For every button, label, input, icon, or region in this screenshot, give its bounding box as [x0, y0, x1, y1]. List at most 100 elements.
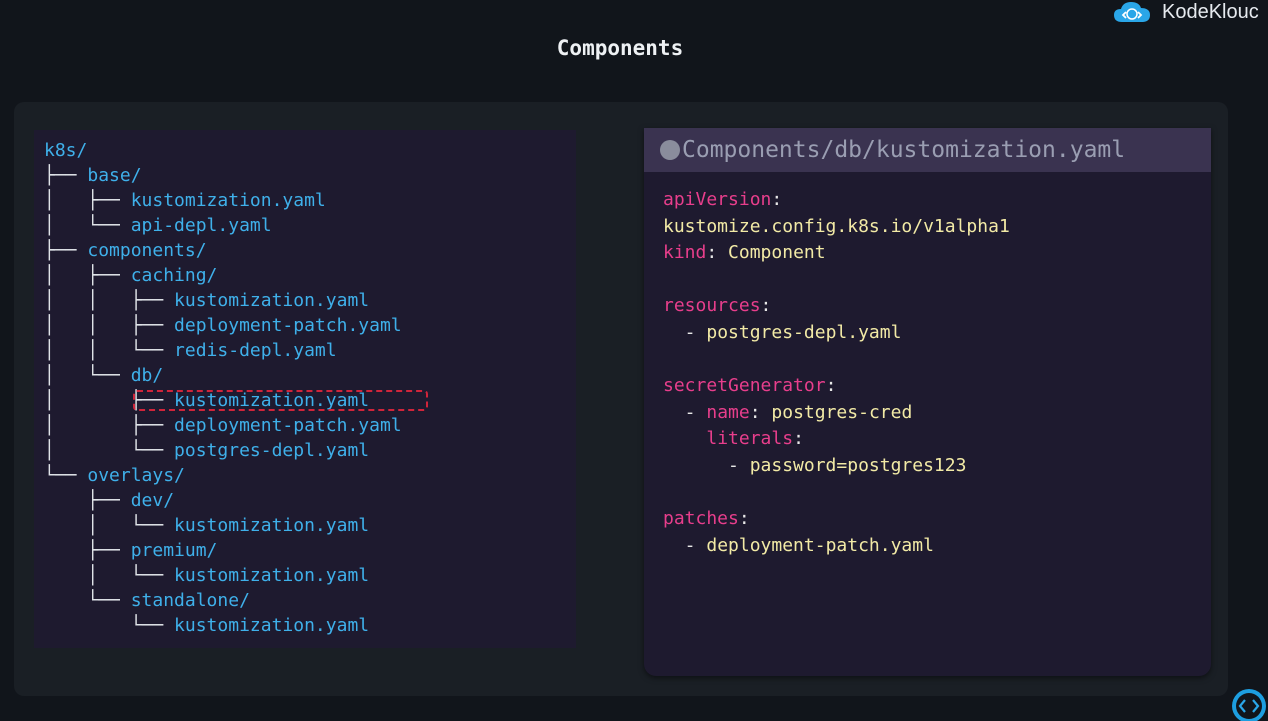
- code-line: literals:: [663, 426, 1010, 453]
- yaml-punct: -: [663, 321, 707, 343]
- tree-item-label: components/: [87, 240, 207, 261]
- tree-item: ├── components/: [44, 238, 402, 263]
- yaml-value: Component: [728, 242, 826, 264]
- code-line: patches:: [663, 506, 1010, 533]
- yaml-value: postgres-depl.yaml: [706, 321, 902, 343]
- tree-item-label: overlays/: [87, 465, 185, 486]
- code-line: kustomize.config.k8s.io/v1alpha1: [663, 214, 1010, 241]
- yaml-value: password=postgres123: [749, 454, 967, 476]
- tree-connector: └──: [44, 590, 131, 611]
- editor-header: Components/db/kustomization.yaml: [644, 128, 1211, 172]
- file-tree-panel: k8s/├── base/│ ├── kustomization.yaml │ └…: [34, 130, 576, 648]
- tree-item: │ ├── kustomization.yaml: [44, 188, 402, 213]
- tree-item: │ └── db/: [44, 363, 402, 388]
- yaml-punct: :: [760, 295, 772, 317]
- yaml-punct: -: [663, 534, 707, 556]
- tree-connector: │ └──: [44, 565, 175, 586]
- tree-item: ├── base/: [44, 163, 402, 188]
- tree-item-label: kustomization.yaml: [130, 190, 326, 211]
- tree-item-label: premium/: [130, 540, 218, 561]
- tree-item-label: k8s/: [44, 140, 88, 161]
- tree-item-label: deployment-patch.yaml: [174, 315, 402, 336]
- tree-connector: │ ├──: [44, 415, 175, 436]
- yaml-key: resources: [663, 295, 761, 317]
- tree-connector: │ └──: [44, 440, 175, 461]
- editor-filename: Components/db/kustomization.yaml: [682, 137, 1126, 163]
- yaml-key: secretGenerator: [663, 375, 826, 397]
- file-tree: k8s/├── base/│ ├── kustomization.yaml │ └…: [44, 138, 402, 638]
- tree-item: │ ├── caching/: [44, 263, 402, 288]
- tree-item: └── standalone/: [44, 588, 402, 613]
- slide: KodeKlouc Components k8s/├── base/│ ├── …: [0, 0, 1268, 721]
- tree-item-label: standalone/: [130, 590, 250, 611]
- yaml-punct: :: [793, 428, 804, 450]
- code-line: - deployment-patch.yaml: [663, 533, 1010, 560]
- tree-item-label: kustomization.yaml: [174, 565, 370, 586]
- tree-item-label: redis-depl.yaml: [174, 340, 337, 361]
- tree-connector: │ │ ├──: [44, 315, 175, 336]
- code-line: kind: Component: [663, 240, 1010, 267]
- yaml-punct: -: [663, 454, 750, 476]
- highlight-box: [133, 390, 428, 411]
- code-line: - name: postgres-cred: [663, 400, 1010, 427]
- yaml-punct: :: [825, 375, 837, 397]
- yaml-key: apiVersion: [663, 189, 772, 210]
- tree-connector: ├──: [44, 540, 131, 561]
- tree-connector: │ │ ├──: [44, 290, 175, 311]
- yaml-key: name: [706, 401, 750, 423]
- code-brackets-icon[interactable]: [1221, 688, 1267, 721]
- tree-item: │ └── api-depl.yaml: [44, 213, 402, 238]
- tree-item: ├── premium/: [44, 538, 402, 563]
- tree-item: └── overlays/: [44, 463, 402, 488]
- tree-item: └── kustomization.yaml: [44, 613, 402, 638]
- brand-name: KodeKlouc: [1162, 0, 1259, 23]
- code-editor-panel: Components/db/kustomization.yaml apiVers…: [644, 128, 1211, 676]
- code-line: resources:: [663, 293, 1010, 320]
- code-line: - postgres-depl.yaml: [663, 320, 1010, 347]
- tree-item-label: dev/: [130, 490, 175, 511]
- tree-connector: │ ├──: [44, 190, 131, 211]
- tree-item-label: caching/: [130, 265, 218, 286]
- tree-item-label: base/: [87, 165, 142, 186]
- code-line: - password=postgres123: [663, 453, 1010, 480]
- tree-connector: ├──: [44, 490, 131, 511]
- yaml-value: kustomize.config.k8s.io/v1alpha1: [663, 215, 1010, 237]
- code-line: apiVersion:: [663, 187, 1010, 214]
- tree-connector: │ └──: [44, 365, 131, 386]
- yaml-value: postgres-cred: [771, 401, 913, 423]
- tree-connector: └──: [44, 465, 88, 486]
- tree-item: │ └── kustomization.yaml: [44, 513, 402, 538]
- tree-item: │ │ └── redis-depl.yaml: [44, 338, 402, 363]
- tree-item-label: kustomization.yaml: [174, 290, 370, 311]
- yaml-key: patches: [663, 508, 739, 530]
- yaml-punct: [663, 428, 706, 449]
- yaml-punct: :: [771, 189, 783, 210]
- tree-item-label: deployment-patch.yaml: [174, 415, 402, 436]
- yaml-punct: :: [706, 242, 729, 264]
- code-block: apiVersion: kustomize.config.k8s.io/v1alp…: [663, 187, 1010, 559]
- tree-item: │ │ ├── deployment-patch.yaml: [44, 313, 402, 338]
- tree-item: │ └── postgres-depl.yaml: [44, 438, 402, 463]
- tree-item-label: kustomization.yaml: [174, 515, 370, 536]
- yaml-value: deployment-patch.yaml: [706, 534, 934, 556]
- tree-item-label: api-depl.yaml: [130, 215, 272, 236]
- yaml-punct: :: [749, 401, 772, 423]
- tree-item-label: kustomization.yaml: [174, 615, 370, 636]
- tree-connector: │ ├──: [44, 265, 131, 286]
- tree-item: │ ├── deployment-patch.yaml: [44, 413, 402, 438]
- tree-connector: │ └──: [44, 515, 175, 536]
- tree-connector: ├──: [44, 240, 88, 261]
- tree-item-label: db/: [130, 365, 164, 386]
- yaml-key: kind: [663, 242, 707, 264]
- yaml-key: literals: [706, 428, 794, 450]
- page-title: Components: [556, 36, 684, 60]
- tree-item: ├── dev/: [44, 488, 402, 513]
- tree-connector: │ │ └──: [44, 340, 175, 361]
- yaml-punct: :: [738, 508, 750, 530]
- window-dot-icon: [660, 140, 680, 160]
- cloud-code-icon: [1112, 1, 1152, 23]
- tree-item: │ └── kustomization.yaml: [44, 563, 402, 588]
